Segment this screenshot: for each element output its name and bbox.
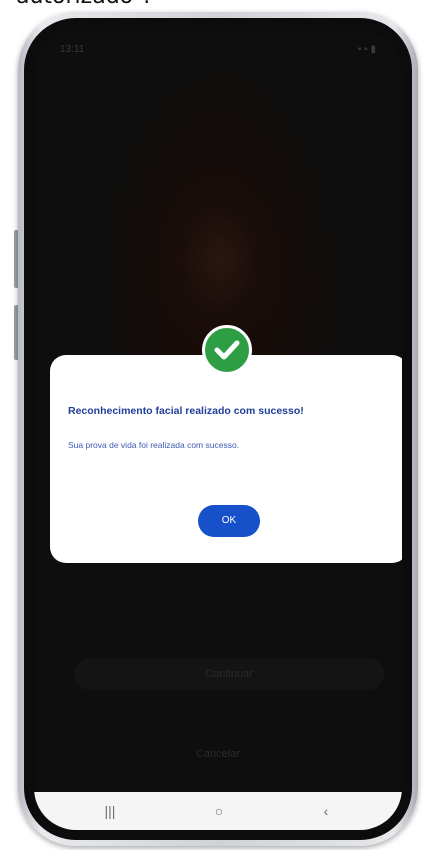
navigation-bar: ||| ○ ‹ [34, 792, 402, 830]
background-cancel-link: Cancelar [195, 748, 241, 760]
status-bar: 13:11 ▪ ▪ ▮ [60, 44, 376, 58]
check-circle-icon [202, 325, 252, 375]
background-continue-button: Continuar [74, 658, 384, 690]
phone-bezel: 13:11 ▪ ▪ ▮ Continuar Cancelar Reconheci… [24, 18, 412, 840]
dialog-message: Sua prova de vida foi realizada com suce… [68, 440, 240, 450]
status-time: 13:11 [60, 44, 85, 55]
status-icons: ▪ ▪ ▮ [357, 44, 376, 55]
success-dialog: Reconhecimento facial realizado com suce… [50, 325, 402, 563]
home-icon[interactable]: ○ [199, 801, 239, 821]
phone-screen: 13:11 ▪ ▪ ▮ Continuar Cancelar Reconheci… [34, 30, 402, 830]
recents-icon[interactable]: ||| [90, 801, 130, 821]
page-caption: autorizado". [16, 0, 150, 9]
back-icon[interactable]: ‹ [306, 801, 346, 821]
ok-button[interactable]: OK [198, 505, 260, 537]
dialog-title: Reconhecimento facial realizado com suce… [68, 405, 304, 417]
phone-frame: 13:11 ▪ ▪ ▮ Continuar Cancelar Reconheci… [18, 12, 418, 846]
